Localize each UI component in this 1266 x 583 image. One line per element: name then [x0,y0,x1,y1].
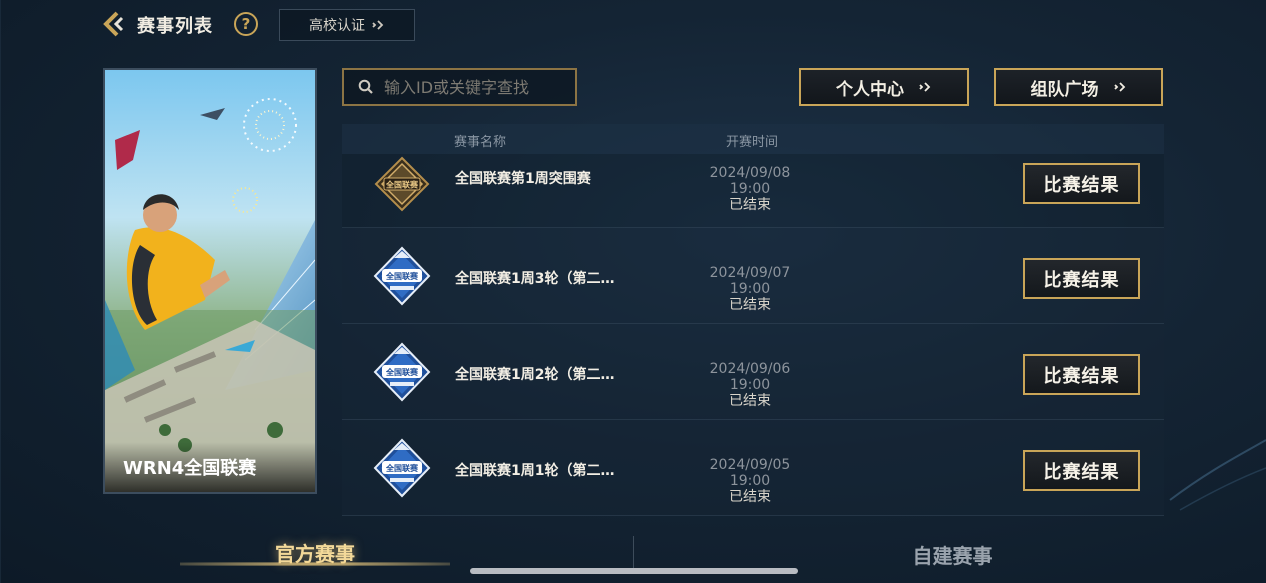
badge-text: 全国联赛 [385,271,419,281]
banner-caption: WRN4全国联赛 [105,442,315,492]
team-square-button[interactable]: 组队广场 [994,68,1163,106]
badge-text: 全国联赛 [385,180,419,190]
event-status: 已结束 [729,297,771,313]
table-header: 赛事名称 开赛时间 [342,124,1164,154]
table-row[interactable]: 全国联赛 全国联赛第1周突围赛 2024/09/08 19:00 已结束 比赛结… [342,154,1164,228]
event-start-time: 2024/09/06 19:00 [709,361,791,393]
bottom-tab-bar: 官方赛事 自建赛事 [0,520,1266,583]
page-title: 赛事列表 [137,16,213,37]
table-row[interactable]: 全国联赛 全国联赛1周2轮（第二… 2024/09/06 19:00 已结束 比… [342,324,1164,420]
question-icon: ? [241,15,251,33]
match-result-button[interactable]: 比赛结果 [1023,258,1140,299]
blue-league-badge-icon: 全国联赛 [373,342,431,402]
help-button[interactable]: ? [234,12,258,36]
badge-text: 全国联赛 [385,463,419,473]
blue-league-badge-icon: 全国联赛 [373,246,431,306]
table-row[interactable]: 全国联赛 全国联赛1周1轮（第二… 2024/09/05 19:00 已结束 比… [342,420,1164,516]
table-row[interactable]: 全国联赛 全国联赛1周3轮（第二… 2024/09/07 19:00 已结束 比… [342,228,1164,324]
personal-center-button[interactable]: 个人中心 [799,68,969,106]
banner-illustration [105,70,315,492]
event-status: 已结束 [729,393,771,409]
campus-verification-label: 高校认证 [309,18,365,34]
event-name: 全国联赛1周2轮（第二… [455,367,615,383]
gold-league-badge-icon: 全国联赛 [374,156,430,212]
blue-league-badge-icon: 全国联赛 [373,438,431,498]
double-chevron-right-icon [1113,82,1125,92]
badge-text: 全国联赛 [385,367,419,377]
column-header-name: 赛事名称 [454,135,507,150]
double-chevron-right-icon [372,20,384,30]
event-name: 全国联赛1周3轮（第二… [455,271,615,287]
team-square-label: 组队广场 [1030,79,1099,100]
search-box[interactable] [342,68,577,106]
match-result-button[interactable]: 比赛结果 [1023,354,1140,395]
event-status: 已结束 [729,489,771,505]
tab-custom-events[interactable]: 自建赛事 [870,540,1035,569]
event-time: 2024/09/06 19:00 已结束 [690,361,810,409]
event-start-time: 2024/09/07 19:00 [709,265,791,297]
tab-divider [633,536,634,572]
back-button[interactable] [98,9,128,39]
event-time: 2024/09/05 19:00 已结束 [690,457,810,505]
event-status: 已结束 [729,197,771,213]
event-banner[interactable]: WRN4全国联赛 [103,68,317,494]
match-result-button[interactable]: 比赛结果 [1023,450,1140,491]
event-time: 2024/09/07 19:00 已结束 [690,265,810,313]
double-chevron-right-icon [919,82,931,92]
match-result-button[interactable]: 比赛结果 [1023,163,1140,204]
back-chevron-icon [103,11,124,37]
search-input[interactable] [384,77,564,97]
event-time: 2024/09/08 19:00 已结束 [690,165,810,213]
event-name: 全国联赛1周1轮（第二… [455,463,615,479]
campus-verification-button[interactable]: 高校认证 [279,9,415,41]
event-start-time: 2024/09/08 19:00 [709,165,791,197]
column-header-time: 开赛时间 [726,135,779,150]
home-indicator[interactable] [470,568,798,574]
event-name: 全国联赛第1周突围赛 [455,171,591,187]
active-tab-indicator [180,562,450,566]
event-start-time: 2024/09/05 19:00 [709,457,791,489]
personal-center-label: 个人中心 [836,79,904,100]
event-table: 赛事名称 开赛时间 全国联赛 全国联赛第1周突围赛 2024/09/08 19:… [342,124,1164,516]
search-icon [358,79,373,94]
